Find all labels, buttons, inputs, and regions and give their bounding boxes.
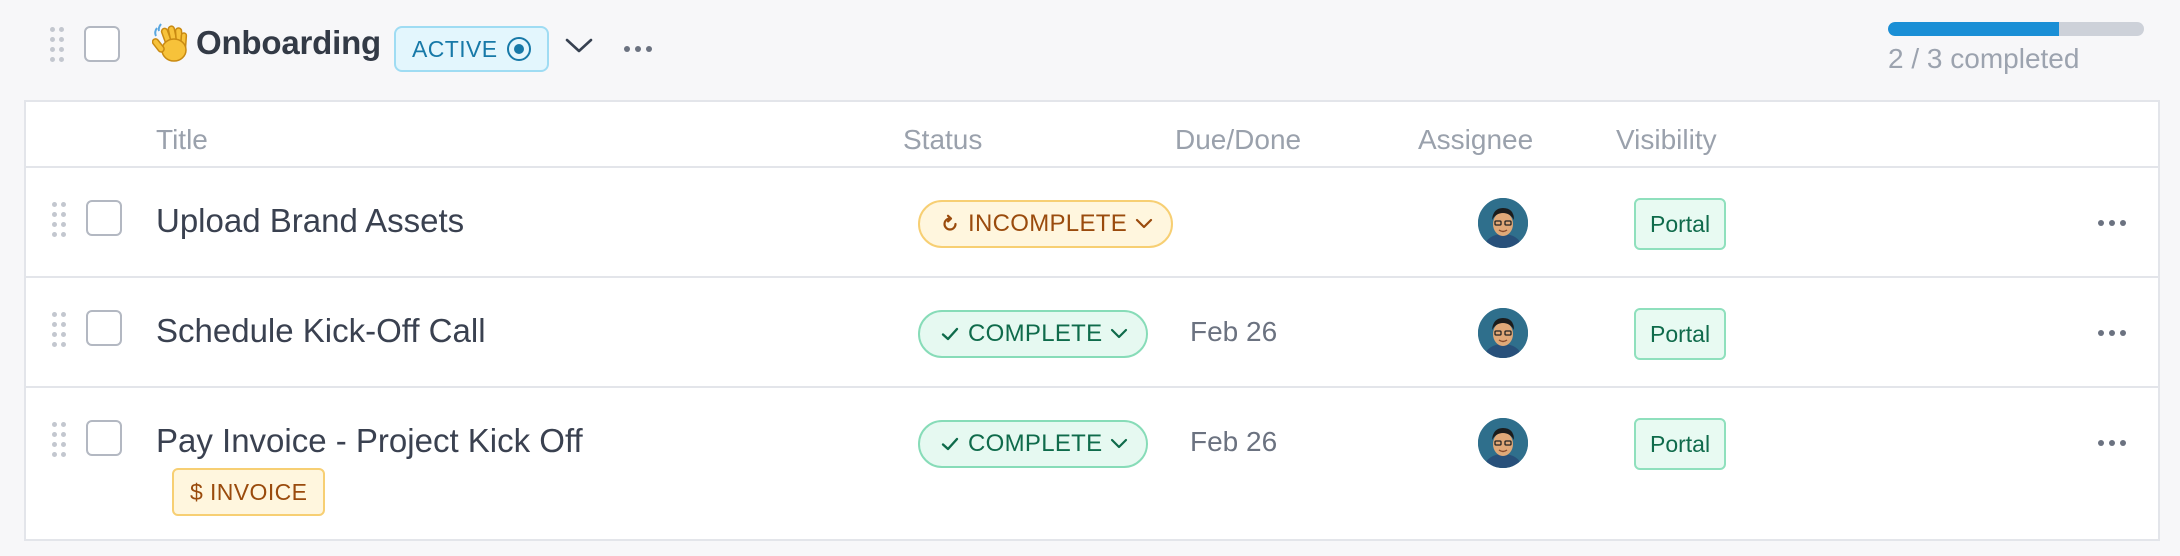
status-dropdown[interactable]: INCOMPLETE xyxy=(918,200,1174,248)
task-table: Title Status Due/Done Assignee Visibilit… xyxy=(24,100,2160,541)
avatar[interactable] xyxy=(1478,198,1528,248)
progress-fill xyxy=(1888,22,2059,36)
group-progress: 2 / 3 completed xyxy=(1888,22,2144,75)
chevron-down-icon xyxy=(1111,328,1128,339)
refresh-icon xyxy=(943,214,957,231)
group-status-label: ACTIVE xyxy=(412,35,498,62)
progress-text: 2 / 3 completed xyxy=(1888,43,2080,74)
avatar[interactable] xyxy=(1478,418,1528,468)
check-icon xyxy=(941,327,959,341)
avatar[interactable] xyxy=(1478,308,1528,358)
column-header-assignee[interactable]: Assignee xyxy=(1418,124,1533,156)
row-select-checkbox[interactable] xyxy=(86,420,122,456)
invoice-tag[interactable]: $ INVOICE xyxy=(172,468,326,516)
progress-track xyxy=(1888,22,2144,36)
chevron-down-icon[interactable] xyxy=(564,36,594,56)
task-title[interactable]: Pay Invoice - Project Kick Off xyxy=(156,422,583,460)
row-more-icon[interactable] xyxy=(2098,440,2126,446)
table-row[interactable]: Pay Invoice - Project Kick Off $ INVOICE… xyxy=(26,386,2158,539)
due-date: Feb 26 xyxy=(1190,316,1278,347)
group-drag-handle[interactable] xyxy=(50,27,64,62)
status-dropdown[interactable]: COMPLETE xyxy=(918,420,1149,468)
task-title[interactable]: Schedule Kick-Off Call xyxy=(156,312,486,350)
table-row[interactable]: Upload Brand Assets INCOMPLETE Portal xyxy=(26,166,2158,276)
row-select-checkbox[interactable] xyxy=(86,200,122,236)
status-label: COMPLETE xyxy=(968,430,1103,457)
task-title[interactable]: Upload Brand Assets xyxy=(156,202,464,240)
row-drag-handle[interactable] xyxy=(52,312,66,347)
row-more-icon[interactable] xyxy=(2098,220,2126,226)
due-date: Feb 26 xyxy=(1190,426,1278,457)
row-more-icon[interactable] xyxy=(2098,330,2126,336)
chevron-down-icon xyxy=(1111,438,1128,449)
check-icon xyxy=(941,437,959,451)
row-drag-handle[interactable] xyxy=(52,422,66,457)
column-header-due[interactable]: Due/Done xyxy=(1175,124,1301,156)
status-label: INCOMPLETE xyxy=(968,210,1128,237)
column-header-visibility[interactable]: Visibility xyxy=(1616,124,1717,156)
status-label: COMPLETE xyxy=(968,320,1103,347)
group-title-text: Onboarding xyxy=(196,24,381,61)
radio-dot-icon xyxy=(507,37,532,61)
chevron-down-icon xyxy=(1135,218,1153,229)
status-dropdown[interactable]: COMPLETE xyxy=(918,310,1149,358)
column-header-status[interactable]: Status xyxy=(903,124,982,156)
visibility-badge: Portal xyxy=(1634,198,1727,250)
group-title: Onboarding xyxy=(151,22,381,64)
group-select-checkbox[interactable] xyxy=(84,26,120,62)
table-row[interactable]: Schedule Kick-Off Call COMPLETE Feb 26 P… xyxy=(26,276,2158,386)
group-more-icon[interactable] xyxy=(624,46,652,52)
group-status-pill[interactable]: ACTIVE xyxy=(394,26,550,72)
column-header-title[interactable]: Title xyxy=(156,124,208,156)
visibility-badge: Portal xyxy=(1634,418,1727,470)
row-select-checkbox[interactable] xyxy=(86,310,122,346)
waving-hand-icon xyxy=(151,22,194,64)
row-drag-handle[interactable] xyxy=(52,202,66,237)
visibility-badge: Portal xyxy=(1634,308,1727,360)
